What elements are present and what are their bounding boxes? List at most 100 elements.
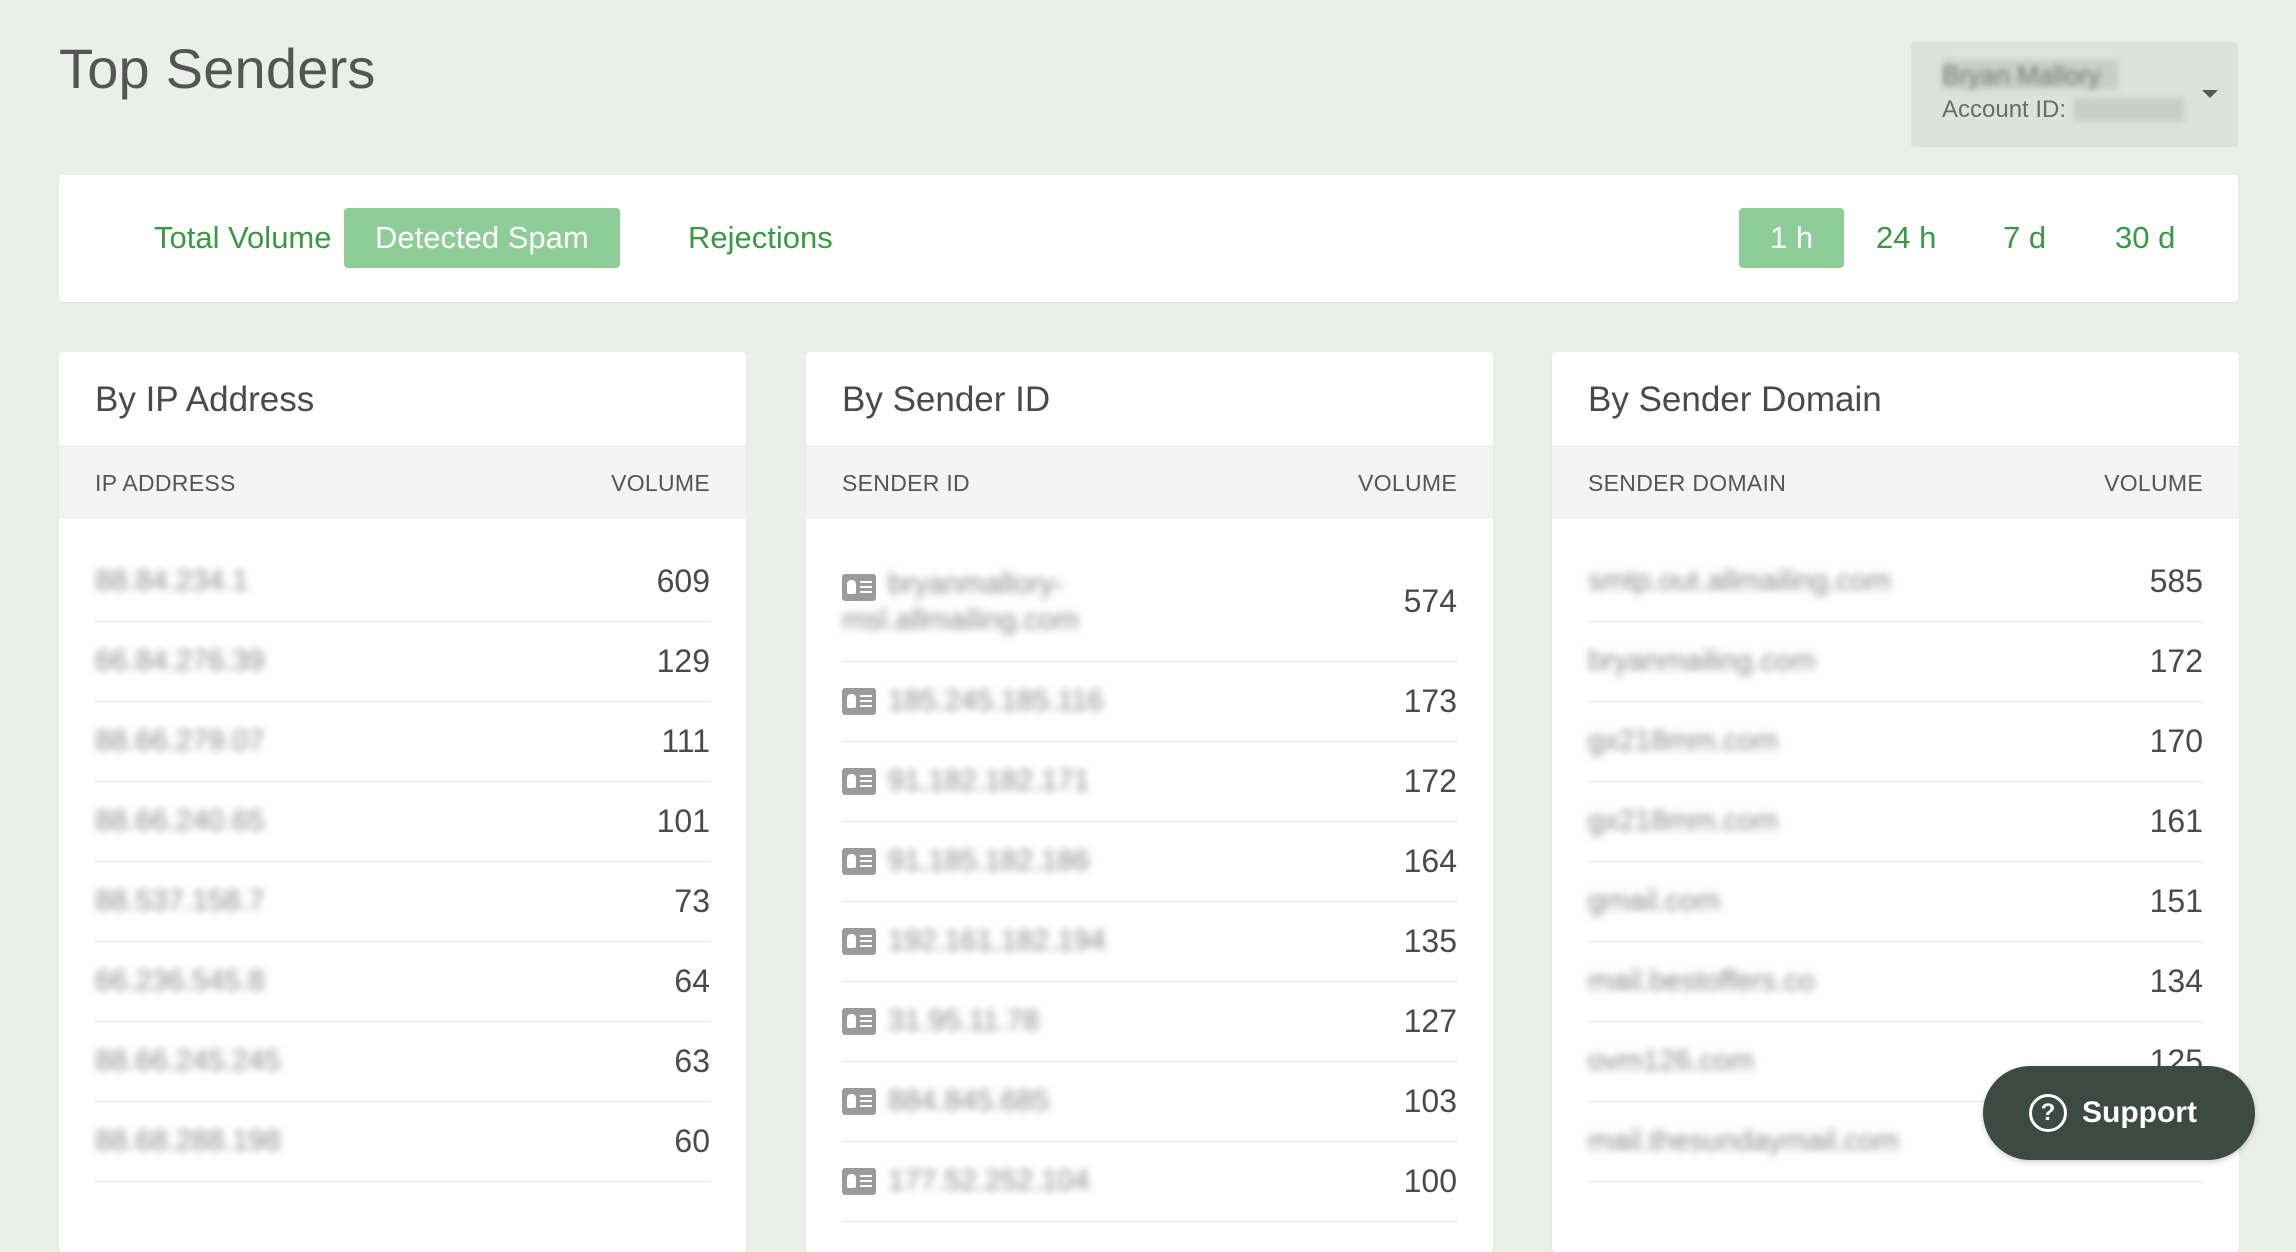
volume-value: 151 — [2149, 883, 2203, 919]
domain-value: mail.bestoffers.co — [1588, 965, 1815, 997]
support-button[interactable]: ? Support — [1983, 1066, 2255, 1160]
card-title: By Sender ID — [806, 352, 1493, 447]
question-circle-icon: ? — [2029, 1094, 2067, 1132]
table-row[interactable]: 66.236.545.8 64 — [95, 942, 710, 1022]
domain-value: mail.thesundaymail.com — [1588, 1125, 1900, 1157]
id-card-icon — [842, 928, 876, 955]
range-24h[interactable]: 24 h — [1845, 208, 1967, 268]
ip-value: 66.236.545.8 — [95, 965, 265, 997]
table-row[interactable]: 88.84.234.1 609 — [95, 542, 710, 622]
account-id-label: Account ID: — [1942, 96, 2067, 123]
volume-value: 129 — [656, 643, 710, 679]
volume-value: 111 — [661, 723, 710, 759]
table-row[interactable]: mail.bestoffers.co 134 — [1588, 942, 2203, 1022]
sender-id-value: bryanmallory- — [888, 567, 1064, 600]
range-7d[interactable]: 7 d — [1972, 208, 2077, 268]
domain-value: ovm126.com — [1588, 1045, 1755, 1077]
ip-value: 88.66.279.07 — [95, 725, 265, 757]
volume-value: 172 — [1403, 763, 1457, 799]
volume-value: 170 — [2149, 723, 2203, 759]
ip-address-card: By IP Address IP ADDRESS VOLUME 88.84.23… — [59, 352, 746, 1252]
account-name: Bryan Mallory — [1942, 60, 2118, 90]
id-card-icon — [842, 1008, 876, 1035]
domain-value: gx218mm.com — [1588, 805, 1779, 837]
sender-id-value: 884.845.685 — [888, 1085, 1050, 1117]
ip-value: 88.84.234.1 — [95, 565, 249, 597]
table-row[interactable]: 66.84.276.39 129 — [95, 622, 710, 702]
table-row[interactable]: 185.245.185.116 173 — [842, 662, 1457, 742]
domain-value: gmail.com — [1588, 885, 1721, 917]
sender-id-value: msl.allmailing.com — [842, 603, 1079, 636]
table-row[interactable]: bryanmallory- msl.allmailing.com 574 — [842, 542, 1457, 662]
sender-id-value: 91.185.182.186 — [888, 845, 1090, 877]
table-row[interactable]: gx218mm.com 170 — [1588, 702, 2203, 782]
table-row[interactable]: smtp.out.allmailing.com 585 — [1588, 542, 2203, 622]
id-card-icon — [842, 848, 876, 875]
sender-id-value: 177.52.252.104 — [888, 1165, 1090, 1197]
table-row[interactable]: 88.66.245.245 63 — [95, 1022, 710, 1102]
id-card-icon — [842, 688, 876, 715]
range-30d[interactable]: 30 d — [2084, 208, 2206, 268]
support-label: Support — [2082, 1096, 2197, 1129]
ip-value: 66.84.276.39 — [95, 645, 265, 677]
column-header-volume: VOLUME — [611, 469, 710, 496]
table-row[interactable]: 91.185.182.186 164 — [842, 822, 1457, 902]
sender-id-value: 185.245.185.116 — [888, 685, 1104, 717]
table-row[interactable]: 884.845.685 103 — [842, 1062, 1457, 1142]
volume-value: 134 — [2149, 963, 2203, 999]
volume-value: 161 — [2149, 803, 2203, 839]
domain-value: bryanmailing.com — [1588, 645, 1816, 677]
table-row[interactable]: bryanmailing.com 172 — [1588, 622, 2203, 702]
ip-value: 88.66.240.65 — [95, 805, 265, 837]
volume-value: 172 — [2149, 643, 2203, 679]
account-switcher[interactable]: Bryan Mallory Account ID: — [1911, 42, 2238, 147]
table-row[interactable]: 88.537.158.7 73 — [95, 862, 710, 942]
column-header-sender-id: SENDER ID — [842, 469, 970, 496]
volume-value: 609 — [656, 563, 710, 599]
column-header-volume: VOLUME — [2104, 469, 2203, 496]
volume-value: 164 — [1403, 843, 1457, 879]
volume-value: 73 — [674, 883, 710, 919]
id-card-icon — [842, 768, 876, 795]
table-header: IP ADDRESS VOLUME — [59, 447, 746, 519]
column-header-volume: VOLUME — [1358, 469, 1457, 496]
tab-detected-spam[interactable]: Detected Spam — [344, 208, 620, 268]
table-row[interactable]: 88.66.279.07 111 — [95, 702, 710, 782]
table-row[interactable]: 192.161.182.194 135 — [842, 902, 1457, 982]
table-row[interactable]: 31.95.11.78 127 — [842, 982, 1457, 1062]
id-card-icon — [842, 1088, 876, 1115]
ip-value: 88.537.158.7 — [95, 885, 265, 917]
volume-value: 103 — [1403, 1083, 1457, 1119]
tab-rejections[interactable]: Rejections — [657, 208, 864, 268]
volume-value: 173 — [1403, 683, 1457, 719]
table-row[interactable]: gx218mm.com 161 — [1588, 782, 2203, 862]
table-row[interactable]: 88.66.240.65 101 — [95, 782, 710, 862]
ip-value: 88.66.245.245 — [95, 1045, 281, 1077]
volume-value: 585 — [2149, 563, 2203, 599]
ip-value: 88.68.288.198 — [95, 1125, 281, 1157]
card-title: By IP Address — [59, 352, 746, 447]
filter-bar: Total Volume Detected Spam Rejections 1 … — [59, 175, 2238, 302]
domain-value: gx218mm.com — [1588, 725, 1779, 757]
table-row[interactable]: 88.68.288.198 60 — [95, 1102, 710, 1182]
volume-value: 63 — [674, 1043, 710, 1079]
sender-id-value: 91.182.182.171 — [888, 765, 1090, 797]
volume-value: 135 — [1403, 923, 1457, 959]
volume-value: 127 — [1403, 1003, 1457, 1039]
domain-value: smtp.out.allmailing.com — [1588, 565, 1891, 597]
volume-value: 60 — [674, 1123, 710, 1159]
table-row[interactable]: 177.52.252.104 100 — [842, 1142, 1457, 1222]
table-header: SENDER ID VOLUME — [806, 447, 1493, 519]
range-1h[interactable]: 1 h — [1739, 208, 1845, 268]
table-header: SENDER DOMAIN VOLUME — [1552, 447, 2239, 519]
volume-value: 64 — [674, 963, 710, 999]
account-id-value — [2074, 98, 2185, 122]
id-card-icon — [842, 1168, 876, 1195]
sender-id-card: By Sender ID SENDER ID VOLUME bryanmallo… — [806, 352, 1493, 1252]
sender-id-value: 192.161.182.194 — [888, 925, 1106, 957]
tab-total-volume[interactable]: Total Volume — [123, 208, 363, 268]
table-row[interactable]: 91.182.182.171 172 — [842, 742, 1457, 822]
table-row[interactable]: gmail.com 151 — [1588, 862, 2203, 942]
sender-id-value: 31.95.11.78 — [888, 1005, 1040, 1037]
volume-value: 574 — [1403, 583, 1457, 619]
